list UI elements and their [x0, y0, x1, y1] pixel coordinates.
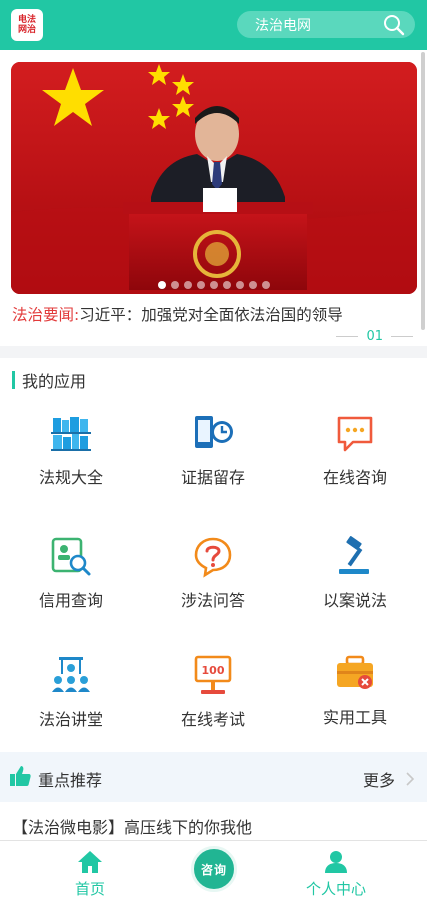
- headline-title: 习近平：加强党对全面依法治国的领导: [79, 306, 343, 324]
- svg-text:100: 100: [202, 664, 225, 677]
- recommend-header: 重点推荐 更多: [0, 752, 427, 802]
- carousel-dots: [11, 281, 417, 289]
- banner-image: [11, 62, 417, 294]
- search-box[interactable]: 法治电网: [237, 11, 415, 38]
- tab-home[interactable]: 首页: [30, 841, 150, 901]
- user-icon: [325, 851, 347, 873]
- gavel-icon: [339, 536, 369, 574]
- app-legal-qa[interactable]: 涉法问答: [142, 535, 284, 615]
- books-icon: [51, 417, 91, 451]
- carousel-dot[interactable]: [236, 281, 244, 289]
- app-label: 证据留存: [180, 468, 245, 487]
- app-consult[interactable]: 在线咨询: [284, 412, 426, 492]
- pager-line: [391, 336, 413, 337]
- app-label: 以案说法: [322, 591, 387, 610]
- app-label: 在线咨询: [322, 468, 387, 487]
- exam-score-icon: 100: [194, 655, 232, 694]
- app-credit[interactable]: 信用查询: [0, 535, 142, 615]
- app-label: 在线考试: [180, 710, 245, 729]
- app-label: 法治讲堂: [38, 710, 103, 729]
- app-evidence[interactable]: 证据留存: [142, 412, 284, 492]
- tab-profile[interactable]: 个人中心: [276, 841, 396, 901]
- app-label: 涉法问答: [180, 591, 245, 610]
- bottom-tab-bar: 首页 咨询 个人中心: [0, 840, 427, 900]
- app-label: 信用查询: [38, 591, 103, 610]
- section-bar: [12, 371, 15, 389]
- section-divider: [0, 346, 427, 358]
- toolbox-icon: [337, 655, 373, 689]
- my-apps-header: 我的应用: [12, 368, 86, 392]
- carousel-dot[interactable]: [197, 281, 205, 289]
- phone-clock-icon: [195, 416, 233, 448]
- carousel-dot[interactable]: [262, 281, 270, 289]
- pager-number: 01: [366, 329, 383, 344]
- id-card-search-icon: [51, 537, 91, 576]
- search-icon[interactable]: [383, 14, 405, 36]
- home-icon: [78, 851, 102, 873]
- my-apps-title: 我的应用: [22, 372, 87, 391]
- question-bubble-icon: [194, 537, 232, 578]
- thumbs-up-icon: [10, 766, 31, 786]
- more-link[interactable]: 更多: [363, 767, 415, 791]
- scroll-indicator: [421, 52, 425, 330]
- headline-tag: 法治要闻:: [12, 306, 80, 324]
- carousel-dot[interactable]: [210, 281, 218, 289]
- app-cases[interactable]: 以案说法: [284, 535, 426, 615]
- more-label: 更多: [362, 771, 395, 790]
- banner-pager: 01: [336, 329, 413, 344]
- app-tools[interactable]: 实用工具: [284, 652, 426, 732]
- app-exam[interactable]: 100 在线考试: [142, 654, 284, 734]
- chat-bubble-icon: [337, 416, 373, 452]
- app-lecture[interactable]: 法治讲堂: [0, 654, 142, 734]
- app-label: 实用工具: [322, 708, 387, 727]
- recommend-title: 重点推荐: [38, 771, 103, 790]
- logo-text: 电法网治: [17, 15, 36, 35]
- banner-carousel[interactable]: [11, 62, 417, 294]
- chevron-right-icon: [406, 772, 415, 786]
- carousel-dot[interactable]: [171, 281, 179, 289]
- consult-label: 咨询: [200, 862, 227, 877]
- carousel-dot[interactable]: [184, 281, 192, 289]
- consult-button[interactable]: 咨询: [191, 846, 237, 892]
- carousel-dot[interactable]: [158, 281, 166, 289]
- app-logo[interactable]: 电法网治: [11, 9, 43, 41]
- app-laws[interactable]: 法规大全: [0, 412, 142, 492]
- tab-home-label: 首页: [74, 880, 105, 898]
- pager-line: [336, 336, 359, 337]
- tab-profile-label: 个人中心: [305, 880, 366, 898]
- carousel-dot[interactable]: [223, 281, 231, 289]
- article-item[interactable]: 【法治微电影】高压线下的你我他: [12, 814, 252, 838]
- lecture-icon: [52, 657, 90, 692]
- top-bar: 电法网治 法治电网: [0, 0, 427, 50]
- headline-link[interactable]: 法治要闻:习近平：加强党对全面依法治国的领导: [12, 303, 417, 325]
- app-label: 法规大全: [38, 468, 103, 487]
- search-placeholder: 法治电网: [255, 18, 311, 34]
- carousel-dot[interactable]: [249, 281, 257, 289]
